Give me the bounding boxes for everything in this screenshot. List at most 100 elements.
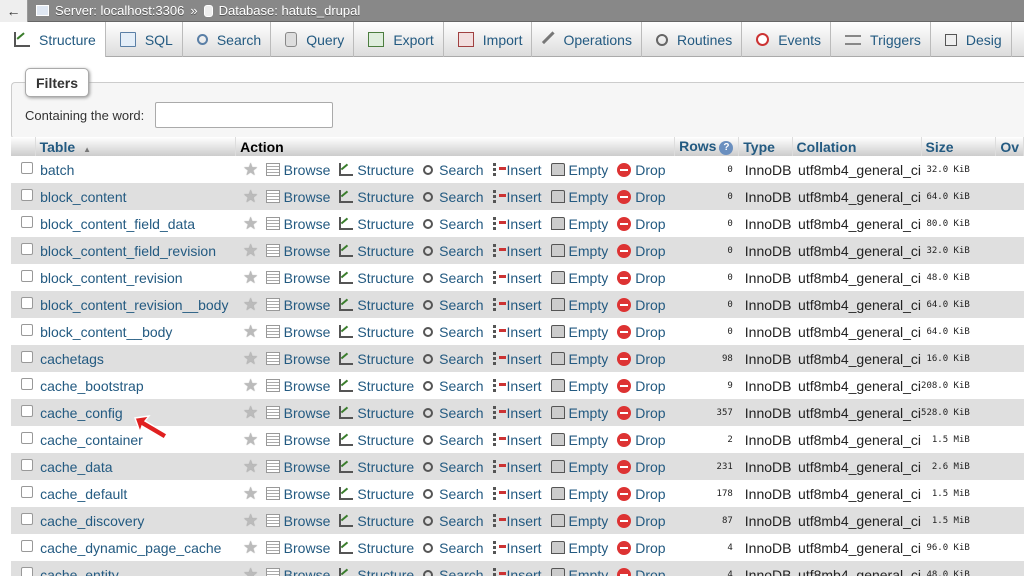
favorite-star-icon[interactable]: ★ — [236, 484, 266, 504]
empty-action[interactable]: Empty — [550, 567, 608, 576]
drop-action[interactable]: Drop — [617, 351, 666, 367]
favorite-star-icon[interactable]: ★ — [236, 403, 266, 423]
structure-action[interactable]: Structure — [339, 567, 414, 576]
drop-action[interactable]: Drop — [617, 243, 666, 259]
insert-action[interactable]: Insert — [492, 540, 542, 556]
tab-import[interactable]: Import — [444, 22, 533, 57]
table-name-link[interactable]: cache_default — [35, 486, 127, 502]
browse-action[interactable]: Browse — [265, 270, 330, 286]
browse-action[interactable]: Browse — [265, 432, 330, 448]
row-checkbox[interactable] — [21, 567, 33, 576]
insert-action[interactable]: Insert — [492, 351, 542, 367]
empty-action[interactable]: Empty — [550, 270, 608, 286]
search-action[interactable]: Search — [423, 567, 484, 576]
favorite-star-icon[interactable]: ★ — [236, 187, 266, 207]
empty-action[interactable]: Empty — [550, 540, 608, 556]
row-checkbox[interactable] — [21, 324, 33, 336]
header-table[interactable]: Table ▲ — [35, 137, 237, 156]
insert-action[interactable]: Insert — [492, 162, 542, 178]
structure-action[interactable]: Structure — [339, 270, 414, 286]
empty-action[interactable]: Empty — [550, 405, 608, 421]
drop-action[interactable]: Drop — [617, 378, 666, 394]
row-checkbox[interactable] — [21, 513, 33, 525]
table-name-link[interactable]: block_content_field_data — [35, 216, 195, 232]
search-action[interactable]: Search — [423, 378, 484, 394]
structure-action[interactable]: Structure — [339, 513, 414, 529]
table-name-link[interactable]: cache_container — [35, 432, 143, 448]
header-rows[interactable]: Rows? — [674, 137, 740, 156]
favorite-star-icon[interactable]: ★ — [236, 565, 266, 576]
breadcrumb-server[interactable]: Server: localhost:3306 — [55, 3, 184, 18]
favorite-star-icon[interactable]: ★ — [236, 214, 266, 234]
table-name-link[interactable]: cache_dynamic_page_cache — [35, 540, 221, 556]
favorite-star-icon[interactable]: ★ — [236, 511, 266, 531]
drop-action[interactable]: Drop — [617, 297, 666, 313]
search-action[interactable]: Search — [423, 540, 484, 556]
table-name-link[interactable]: cache_data — [35, 459, 112, 475]
tab-query[interactable]: Query — [271, 22, 355, 57]
tab-routines[interactable]: Routines — [642, 22, 743, 57]
favorite-star-icon[interactable]: ★ — [236, 430, 266, 450]
table-name-link[interactable]: batch — [35, 162, 74, 178]
search-action[interactable]: Search — [423, 270, 484, 286]
header-type[interactable]: Type — [738, 137, 793, 156]
insert-action[interactable]: Insert — [492, 297, 542, 313]
insert-action[interactable]: Insert — [492, 324, 542, 340]
structure-action[interactable]: Structure — [339, 405, 414, 421]
search-action[interactable]: Search — [423, 324, 484, 340]
table-name-link[interactable]: block_content_field_revision — [35, 243, 216, 259]
drop-action[interactable]: Drop — [617, 405, 666, 421]
row-checkbox[interactable] — [21, 216, 33, 228]
drop-action[interactable]: Drop — [617, 567, 666, 576]
empty-action[interactable]: Empty — [550, 324, 608, 340]
empty-action[interactable]: Empty — [550, 351, 608, 367]
drop-action[interactable]: Drop — [617, 513, 666, 529]
drop-action[interactable]: Drop — [617, 216, 666, 232]
insert-action[interactable]: Insert — [492, 378, 542, 394]
table-name-link[interactable]: cache_entity — [35, 567, 119, 576]
row-checkbox[interactable] — [21, 243, 33, 255]
browse-action[interactable]: Browse — [265, 540, 330, 556]
empty-action[interactable]: Empty — [550, 162, 608, 178]
table-name-link[interactable]: block_content__body — [35, 324, 172, 340]
tab-sql[interactable]: SQL — [106, 22, 183, 57]
browse-action[interactable]: Browse — [265, 378, 330, 394]
row-checkbox[interactable] — [21, 270, 33, 282]
back-arrow-icon[interactable]: ← — [0, 0, 28, 22]
row-checkbox[interactable] — [21, 459, 33, 471]
insert-action[interactable]: Insert — [492, 432, 542, 448]
row-checkbox[interactable] — [21, 378, 33, 390]
browse-action[interactable]: Browse — [265, 459, 330, 475]
insert-action[interactable]: Insert — [492, 513, 542, 529]
favorite-star-icon[interactable]: ★ — [236, 241, 266, 261]
browse-action[interactable]: Browse — [265, 216, 330, 232]
search-action[interactable]: Search — [423, 216, 484, 232]
search-action[interactable]: Search — [423, 243, 484, 259]
empty-action[interactable]: Empty — [550, 459, 608, 475]
search-action[interactable]: Search — [423, 189, 484, 205]
structure-action[interactable]: Structure — [339, 378, 414, 394]
insert-action[interactable]: Insert — [492, 459, 542, 475]
favorite-star-icon[interactable]: ★ — [236, 349, 266, 369]
browse-action[interactable]: Browse — [265, 513, 330, 529]
row-checkbox[interactable] — [21, 405, 33, 417]
table-name-link[interactable]: cache_config — [35, 405, 123, 421]
table-name-link[interactable]: block_content_revision__body — [35, 297, 228, 313]
favorite-star-icon[interactable]: ★ — [236, 160, 266, 180]
search-action[interactable]: Search — [423, 513, 484, 529]
table-name-link[interactable]: cache_discovery — [35, 513, 144, 529]
drop-action[interactable]: Drop — [617, 162, 666, 178]
tab-operations[interactable]: Operations — [532, 22, 642, 57]
help-icon[interactable]: ? — [719, 140, 734, 155]
browse-action[interactable]: Browse — [265, 351, 330, 367]
structure-action[interactable]: Structure — [339, 243, 414, 259]
row-checkbox[interactable] — [21, 297, 33, 309]
favorite-star-icon[interactable]: ★ — [236, 376, 266, 396]
structure-action[interactable]: Structure — [339, 189, 414, 205]
tab-search[interactable]: Search — [183, 22, 272, 57]
header-size[interactable]: Size — [921, 137, 997, 156]
structure-action[interactable]: Structure — [339, 297, 414, 313]
tab-events[interactable]: Events — [742, 22, 832, 57]
empty-action[interactable]: Empty — [550, 216, 608, 232]
empty-action[interactable]: Empty — [550, 378, 608, 394]
